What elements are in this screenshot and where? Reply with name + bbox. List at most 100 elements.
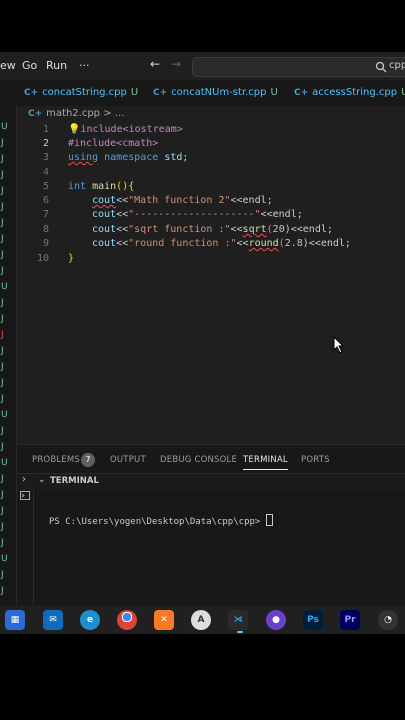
active-app-indicator [237,631,243,633]
terminal-section-title: TERMINAL [50,476,99,486]
menu-view[interactable]: ew [0,59,16,72]
line-number: 1 [42,124,49,135]
tab-label: accessString.cpp [312,87,398,98]
store-icon[interactable]: ▦ [5,610,25,630]
git-status-mark: U [1,282,8,292]
line-number: 2 [42,138,49,149]
bottom-panel: PROBLEMS 7 OUTPUT DEBUG CONSOLE TERMINAL… [17,444,405,607]
untracked-badge: U [130,87,139,98]
breadcrumb-file[interactable]: math2.cpp [46,108,100,119]
git-status-mark: J [1,266,4,276]
git-status-mark: J [1,474,4,484]
git-status-mark: J [1,186,4,196]
photoshop-icon[interactable]: Ps [303,610,323,630]
line-number: 5 [42,181,49,192]
tab-concatstring[interactable]: C+ concatString.cpp U [24,80,138,106]
git-status-mark: J [1,394,4,404]
git-status-mark: J [1,506,4,516]
chevron-right-icon[interactable]: › [22,474,26,485]
lightbulb-icon[interactable]: 💡 [68,124,80,135]
git-status-mark: J [1,330,4,340]
line-number: 6 [42,195,49,206]
edge-icon[interactable]: e [80,610,100,630]
line-number: 3 [42,152,49,163]
cpp-file-icon: C+ [24,88,39,98]
git-status-mark: U [1,122,8,132]
mail-icon[interactable]: ✉ [43,610,63,630]
command-center-search[interactable]: cpp [192,57,405,77]
code-editor[interactable]: 1 2 3 4 5 6 7 8 9 10 💡include<iostream> #include<… [17,122,405,444]
back-arrow-icon[interactable]: ← [150,57,160,71]
premiere-icon[interactable]: Pr [340,610,360,630]
tab-debug-console[interactable]: DEBUG CONSOLE [160,455,237,465]
menu-run[interactable]: Run [46,59,67,72]
git-status-mark: J [1,314,4,324]
git-status-mark: J [1,490,4,500]
code-line-3: using namespace std; [68,152,189,163]
tab-ports[interactable]: PORTS [301,455,330,465]
problems-count-badge: 7 [81,453,95,467]
tab-label: concatNUm-str.cpp [171,87,267,98]
terminal-output[interactable]: PS C:\Users\yogen\Desktop\Data\cpp\cpp> [49,514,273,527]
git-status-mark: U [1,410,8,420]
taskbar: ▦ ✉ e ✕ A ⋊ ● Ps Pr ◔ [0,606,405,634]
git-status-mark: J [1,346,4,356]
git-status-mark: U [1,458,8,468]
forward-arrow-icon[interactable]: → [171,57,181,71]
chrome-icon[interactable] [117,610,137,630]
untracked-badge: U [401,87,405,98]
code-line-1: 💡include<iostream> [68,124,183,135]
line-number: 4 [42,167,49,178]
tab-terminal[interactable]: TERMINAL [243,455,288,470]
git-status-mark: J [1,234,4,244]
code-line-9: cout<<"round function :"<<round(2.8)<<en… [92,238,351,249]
line-number: 10 [36,253,49,264]
cpp-file-icon: C+ [153,88,168,98]
git-status-mark: J [1,170,4,180]
tab-label: concatString.cpp [42,87,127,98]
line-number: 7 [42,209,49,220]
breadcrumb-separator: > [103,108,112,119]
tab-accessstring[interactable]: C+ accessString.cpp U [294,80,405,106]
code-line-8: cout<<"sqrt function :"<<sqrt(20)<<endl; [92,224,333,235]
git-status-mark: J [1,538,4,548]
terminal-cursor [265,514,273,526]
chevron-down-icon[interactable]: ⌄ [38,475,46,485]
code-line-5: int main(){ [68,181,135,192]
terminal-divider [33,489,34,607]
code-line-6: cout<<"Math function 2"<<endl; [92,195,273,206]
menu-go[interactable]: Go [22,59,37,72]
breadcrumb-path: C+ math2.cpp > ... [28,106,124,122]
xampp-icon[interactable]: ✕ [154,610,174,630]
code-line-2: #include<cmath> [68,138,159,149]
tab-concatnum-str[interactable]: C+ concatNUm-str.cpp U [153,80,278,106]
explorer-edge: UJJJJJJJJJUJJJJJJJUJJUJJJJJUJJ [0,106,17,606]
breadcrumb-symbols[interactable]: ... [115,108,125,119]
terminal-section-header[interactable]: › ⌄ TERMINAL [17,473,405,490]
git-status-mark: J [1,586,4,596]
git-icon[interactable]: A [191,610,211,630]
tab-output[interactable]: OUTPUT [110,455,146,465]
untracked-badge: U [270,87,278,98]
git-status-mark: J [1,138,4,148]
code-line-7: cout<<"--------------------"<<endl; [92,209,303,220]
git-status-mark: J [1,522,4,532]
menu-more-icon[interactable]: ··· [79,59,90,72]
line-number: 9 [42,238,49,249]
git-status-mark: J [1,250,4,260]
git-status-mark: J [1,298,4,308]
terminal-prompt: PS C:\Users\yogen\Desktop\Data\cpp\cpp> [49,517,266,527]
git-status-mark: J [1,202,4,212]
breadcrumb: C+ math2.cpp > ... [0,106,405,122]
editor-tabs: C+ concatString.cpp U C+ concatNUm-str.cpp U… [0,80,405,107]
terminal-icon[interactable] [20,491,30,500]
vscode-icon[interactable]: ⋊ [228,610,248,630]
cpp-file-icon: C+ [294,88,309,98]
code-line-10: } [68,253,75,264]
git-status-mark: J [1,378,4,388]
git-status-mark: J [1,426,4,436]
git-status-mark: U [1,554,8,564]
other-icon[interactable]: ◔ [378,610,398,630]
tab-problems[interactable]: PROBLEMS [32,455,80,465]
github-icon[interactable]: ● [266,610,286,630]
